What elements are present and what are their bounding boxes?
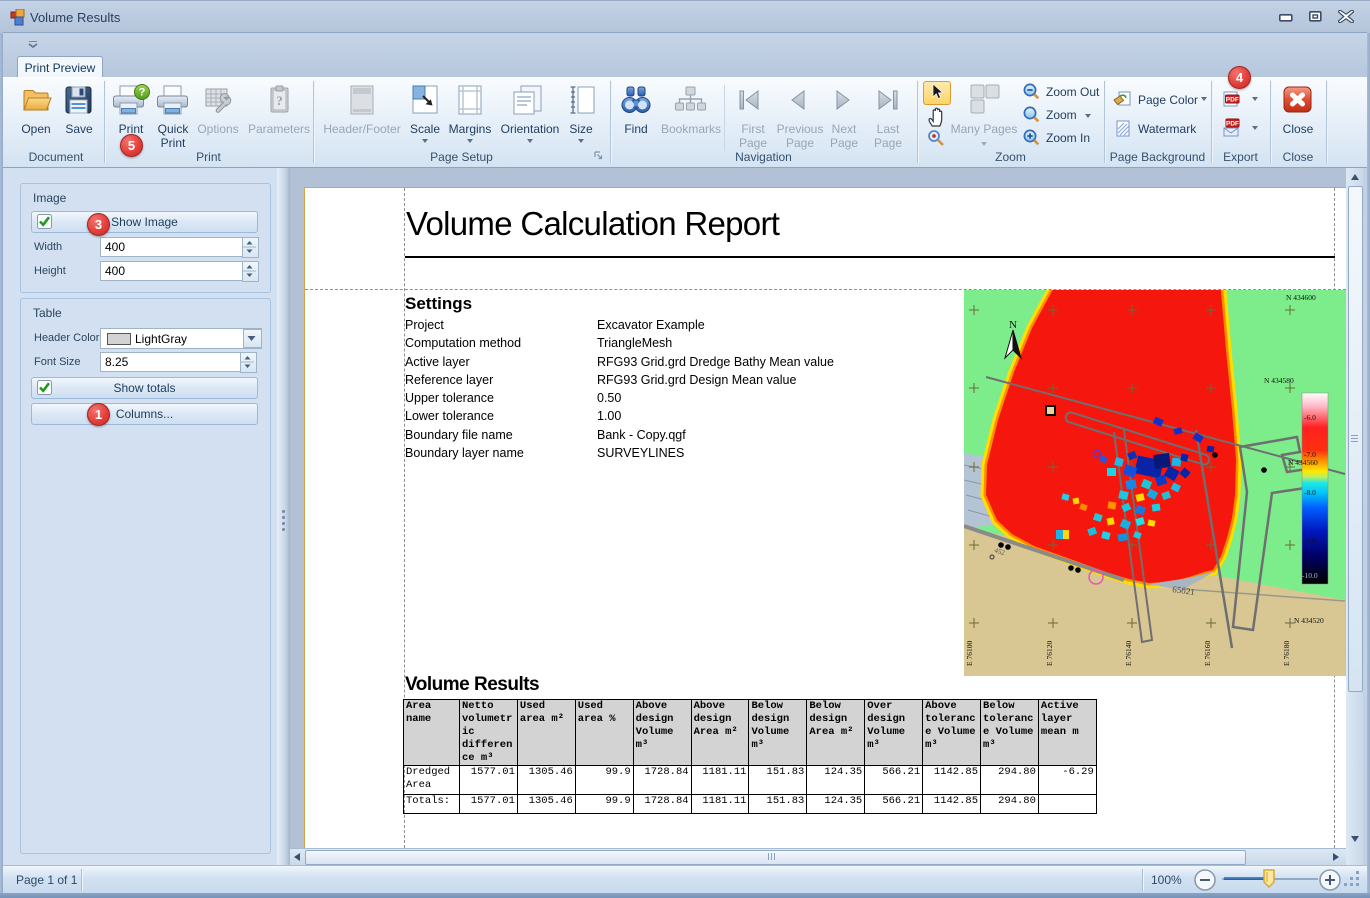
svg-text:PDF: PDF — [1226, 97, 1239, 104]
svg-text:N 434580: N 434580 — [1264, 376, 1294, 385]
svg-text:-9.0: -9.0 — [1304, 536, 1316, 545]
svg-text:-8.0: -8.0 — [1304, 488, 1316, 497]
svg-text:-6.0: -6.0 — [1304, 413, 1316, 422]
svg-text:E 76140: E 76140 — [1124, 641, 1133, 666]
svg-text:N: N — [1009, 319, 1017, 331]
svg-text:?: ? — [139, 87, 146, 99]
svg-text:PDF: PDF — [1226, 121, 1239, 128]
svg-text:E 76120: E 76120 — [1045, 641, 1054, 666]
svg-text:N 434560: N 434560 — [1288, 458, 1318, 467]
svg-text:E 76100: E 76100 — [965, 641, 974, 666]
svg-text:?: ? — [276, 93, 283, 108]
svg-text:E 76160: E 76160 — [1203, 641, 1212, 666]
svg-text:N 434520: N 434520 — [1294, 616, 1324, 625]
svg-text:N 434600: N 434600 — [1286, 293, 1316, 302]
svg-text:E 76180: E 76180 — [1282, 641, 1291, 666]
svg-text:-10.0: -10.0 — [1302, 571, 1318, 580]
